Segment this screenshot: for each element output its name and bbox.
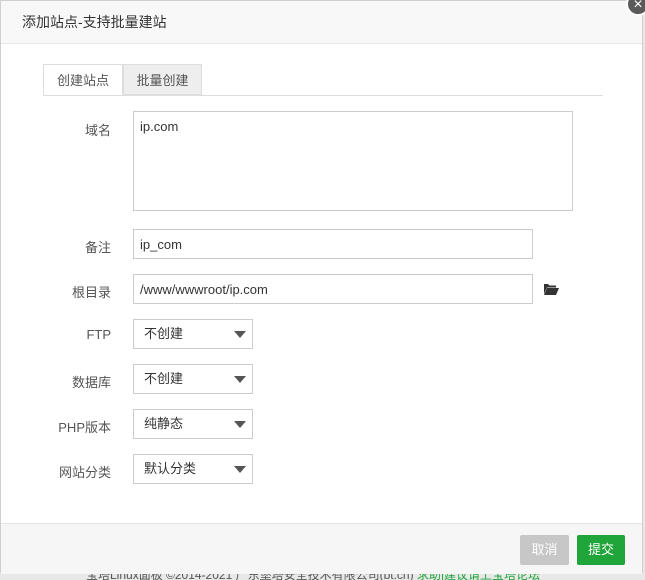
site-category-label: 网站分类 xyxy=(58,465,111,480)
php-version-select-value: 纯静态 xyxy=(144,416,184,431)
domain-label: 域名 xyxy=(84,123,111,138)
domain-textarea[interactable]: ip.com xyxy=(133,111,573,211)
database-label: 数据库 xyxy=(71,375,111,390)
database-select[interactable]: 不创建 xyxy=(133,364,253,394)
root-dir-input[interactable] xyxy=(133,274,533,304)
add-site-dialog: 添加站点-支持批量建站 创建站点 批量创建 域名 ip.com 备注 根目录 F… xyxy=(0,0,643,574)
php-version-label: PHP版本 xyxy=(58,420,111,435)
cancel-button[interactable]: 取消 xyxy=(520,535,569,565)
site-category-select-value: 默认分类 xyxy=(144,461,197,476)
caret-down-icon xyxy=(234,421,246,428)
tab-bar: 创建站点 批量创建 xyxy=(43,64,603,96)
caret-down-icon xyxy=(234,376,246,383)
tab-create-site[interactable]: 创建站点 xyxy=(43,64,123,95)
database-select-value: 不创建 xyxy=(144,371,184,386)
remark-label: 备注 xyxy=(84,240,111,255)
tab-batch-create[interactable]: 批量创建 xyxy=(123,64,202,95)
ftp-select-value: 不创建 xyxy=(144,326,184,341)
root-dir-label: 根目录 xyxy=(71,285,111,300)
folder-open-icon[interactable] xyxy=(543,282,559,296)
caret-down-icon xyxy=(234,466,246,473)
php-version-select[interactable]: 纯静态 xyxy=(133,409,253,439)
ftp-label: FTP xyxy=(86,327,111,342)
submit-button[interactable]: 提交 xyxy=(577,535,625,565)
dialog-title: 添加站点-支持批量建站 xyxy=(1,1,642,44)
site-category-select[interactable]: 默认分类 xyxy=(133,454,253,484)
remark-input[interactable] xyxy=(133,229,533,259)
dialog-footer: 取消 提交 xyxy=(1,523,642,574)
caret-down-icon xyxy=(234,331,246,338)
ftp-select[interactable]: 不创建 xyxy=(133,319,253,349)
